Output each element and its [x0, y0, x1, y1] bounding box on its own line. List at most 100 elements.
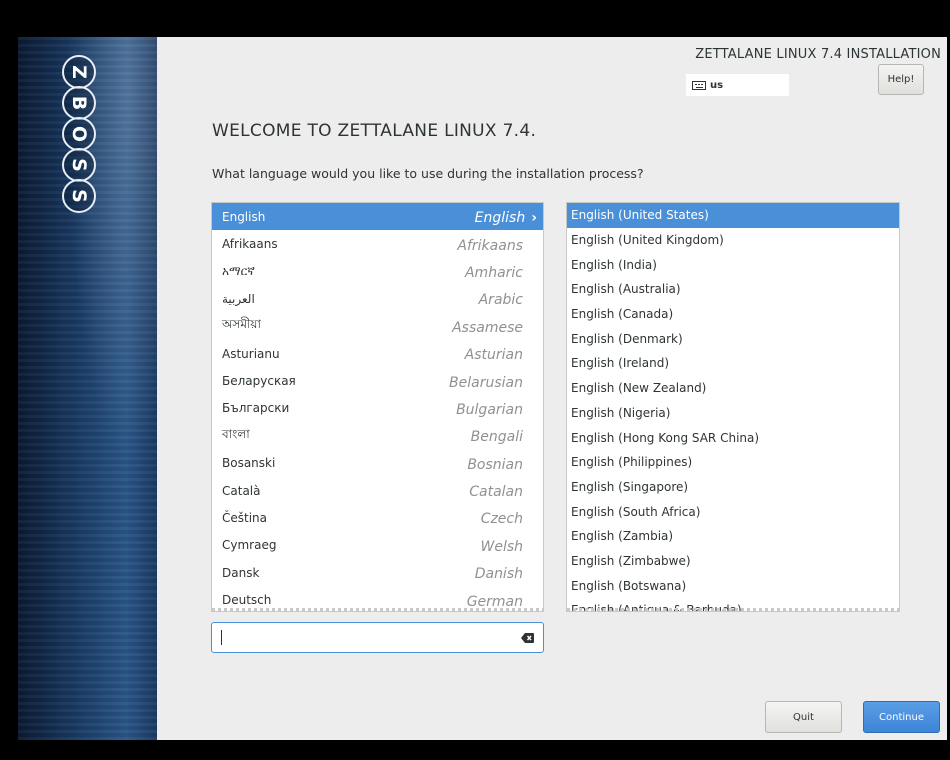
installer-window: Z B O S S ZETTALANE LINUX 7.4 INSTALLATI…: [18, 37, 947, 740]
language-native-name: Беларуская: [222, 374, 296, 389]
logo-letter: S: [62, 179, 96, 213]
logo-letter: B: [62, 86, 96, 120]
language-search-box[interactable]: [211, 622, 544, 653]
language-english-name: Amharic: [464, 264, 523, 281]
language-native-name: অসমীয়া: [222, 317, 261, 332]
language-row[interactable]: Čeština Czech: [212, 504, 543, 531]
product-title: ZETTALANE LINUX 7.4 INSTALLATION: [695, 47, 941, 62]
language-english-wrap: Bengali: [471, 426, 523, 445]
locale-row[interactable]: English (Botswana): [567, 573, 899, 598]
language-native-name: Dansk: [222, 565, 260, 580]
help-button[interactable]: Help!: [878, 64, 924, 95]
language-native-name: বাংলা: [222, 426, 250, 441]
language-native-name: Català: [222, 483, 261, 498]
language-english-wrap: Danish: [475, 563, 523, 582]
language-english-name: Belarusian: [449, 374, 523, 391]
language-row[interactable]: አማርኛ Amharic: [212, 258, 543, 285]
locale-row[interactable]: English (Denmark): [567, 326, 899, 351]
language-english-wrap: Afrikaans: [457, 235, 523, 254]
language-row[interactable]: Cymraeg Welsh: [212, 532, 543, 559]
language-english-wrap: Arabic: [479, 289, 523, 308]
language-row[interactable]: Dansk Danish: [212, 559, 543, 586]
language-row[interactable]: Bosanski Bosnian: [212, 450, 543, 477]
language-english-wrap: Welsh: [480, 536, 523, 555]
locale-row[interactable]: English (Zimbabwe): [567, 549, 899, 574]
locale-row[interactable]: English (Nigeria): [567, 401, 899, 426]
logo-letter: S: [62, 148, 96, 182]
language-row[interactable]: Afrikaans Afrikaans: [212, 230, 543, 257]
language-english-name: Bulgarian: [456, 401, 523, 418]
language-english-name: Bengali: [470, 429, 523, 446]
locale-row[interactable]: English (Ireland): [567, 351, 899, 376]
language-native-name: Čeština: [222, 510, 268, 525]
language-english-name: Catalan: [469, 484, 523, 501]
language-english-wrap: English ›: [475, 207, 537, 226]
locale-row[interactable]: English (United Kingdom): [567, 228, 899, 253]
language-english-name: Asturian: [464, 347, 523, 364]
keyboard-layout-indicator[interactable]: us: [686, 74, 789, 96]
logo-letter: O: [62, 117, 96, 151]
language-english-name: English: [474, 210, 526, 227]
language-row[interactable]: Deutsch German: [212, 586, 543, 611]
language-row[interactable]: English English ›: [212, 203, 543, 231]
language-row[interactable]: Català Catalan: [212, 477, 543, 504]
locale-list[interactable]: English (United States) English (United K…: [566, 202, 900, 612]
language-native-name: Български: [222, 401, 290, 416]
page-title: WELCOME TO ZETTALANE LINUX 7.4.: [212, 121, 537, 141]
language-row[interactable]: Български Bulgarian: [212, 395, 543, 422]
locale-row[interactable]: English (New Zealand): [567, 376, 899, 401]
language-english-name: German: [466, 593, 523, 610]
locale-row[interactable]: English (Zambia): [567, 524, 899, 549]
language-english-name: Assamese: [452, 319, 523, 336]
continue-button[interactable]: Continue: [863, 701, 940, 733]
language-english-name: Danish: [474, 566, 523, 583]
language-english-wrap: German: [467, 591, 523, 610]
locale-row[interactable]: English (India): [567, 252, 899, 277]
locale-row[interactable]: English (United States): [567, 203, 899, 228]
locale-row[interactable]: English (Canada): [567, 302, 899, 327]
language-english-name: Welsh: [480, 538, 523, 555]
language-search-input[interactable]: [212, 629, 519, 646]
distro-logo: Z B O S S: [62, 55, 96, 213]
locale-row[interactable]: English (Australia): [567, 277, 899, 302]
language-native-name: Cymraeg: [222, 538, 277, 553]
locale-row[interactable]: English (Philippines): [567, 450, 899, 475]
keyboard-layout-label: us: [710, 79, 724, 91]
language-row[interactable]: Беларуская Belarusian: [212, 367, 543, 394]
clear-text-icon[interactable]: [519, 630, 535, 646]
language-native-name: Afrikaans: [222, 237, 278, 252]
language-native-name: አማርኛ: [222, 263, 255, 278]
language-english-name: Afrikaans: [457, 237, 523, 254]
language-english-wrap: Assamese: [452, 317, 523, 336]
language-native-name: Deutsch: [222, 593, 272, 608]
locale-row[interactable]: English (South Africa): [567, 499, 899, 524]
quit-button[interactable]: Quit: [765, 701, 842, 733]
language-english-wrap: Amharic: [465, 262, 523, 281]
language-row[interactable]: বাংলা Bengali: [212, 422, 543, 449]
locale-row[interactable]: English (Hong Kong SAR China): [567, 425, 899, 450]
locale-row[interactable]: English (Antigua & Barbuda): [567, 598, 899, 611]
language-english-wrap: Czech: [481, 508, 523, 527]
text-caret: [221, 630, 222, 645]
language-english-wrap: Bosnian: [467, 454, 523, 473]
language-row[interactable]: Asturianu Asturian: [212, 340, 543, 367]
sidebar-banner: Z B O S S: [18, 37, 157, 740]
keyboard-icon: [692, 80, 706, 90]
language-english-name: Arabic: [478, 292, 523, 309]
language-prompt: What language would you like to use duri…: [212, 166, 644, 181]
language-native-name: Bosanski: [222, 456, 276, 471]
language-list[interactable]: English English › Afrikaans Afrikaans አማርኛ Amh…: [211, 202, 544, 612]
language-english-name: Bosnian: [467, 456, 523, 473]
language-english-wrap: Belarusian: [449, 372, 523, 391]
logo-letter: Z: [62, 55, 96, 89]
language-row[interactable]: العربية Arabic: [212, 285, 543, 312]
locale-row[interactable]: English (Singapore): [567, 475, 899, 500]
language-native-name: Asturianu: [222, 346, 280, 361]
chevron-right-icon: ›: [531, 210, 537, 227]
language-english-wrap: Asturian: [465, 344, 523, 363]
language-english-wrap: Catalan: [469, 481, 523, 500]
language-english-name: Czech: [480, 511, 523, 528]
language-native-name: English: [222, 209, 266, 224]
language-english-wrap: Bulgarian: [456, 399, 523, 418]
language-row[interactable]: অসমীয়া Assamese: [212, 313, 543, 340]
